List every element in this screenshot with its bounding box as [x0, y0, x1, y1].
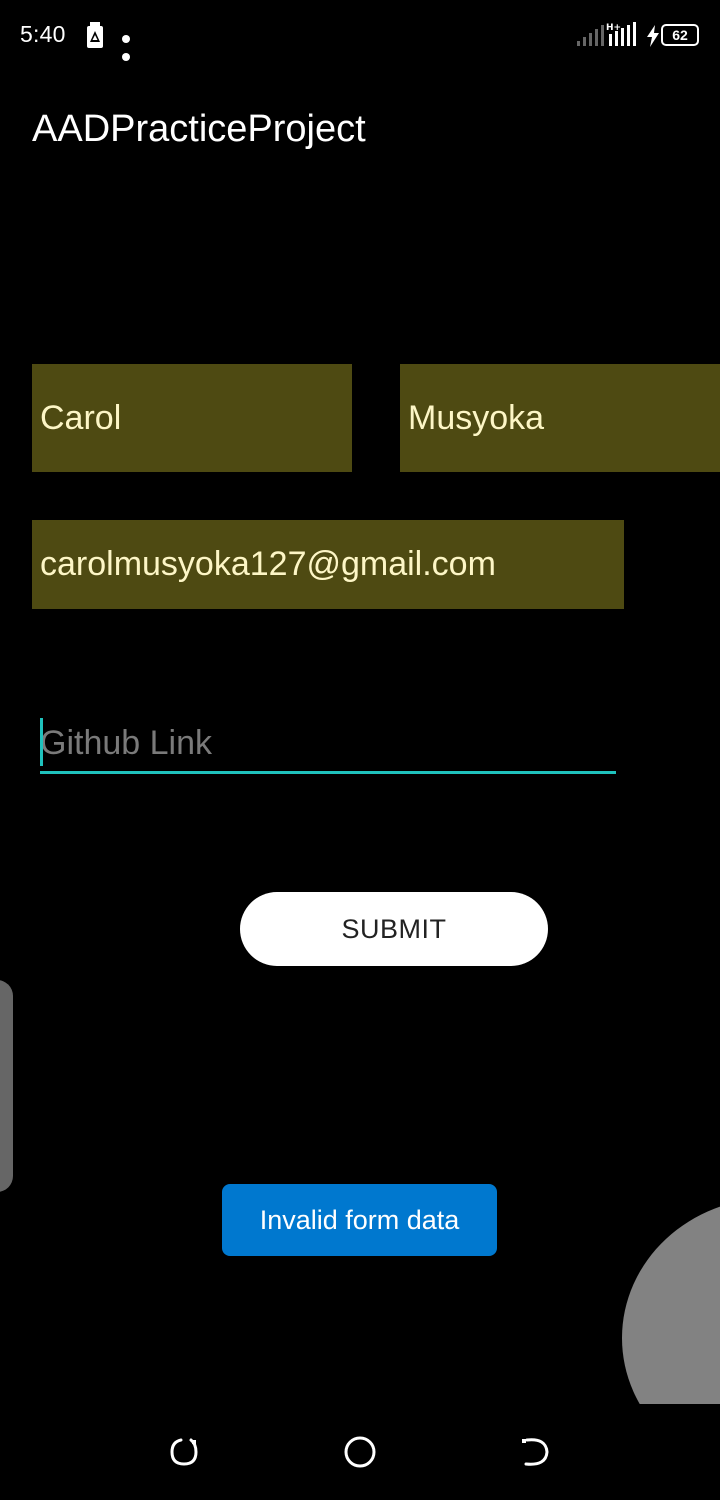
floating-bubble-container [600, 1190, 720, 1404]
recent-apps-icon[interactable] [164, 1432, 204, 1472]
last-name-field[interactable]: Musyoka [400, 364, 720, 472]
back-icon[interactable] [514, 1432, 554, 1472]
signal-data-icon: H+ [606, 22, 636, 46]
more-dots-icon [122, 30, 148, 61]
toast-message: Invalid form data [222, 1184, 497, 1256]
submit-button[interactable]: SUBMIT [240, 892, 548, 966]
battery-level: 62 [672, 27, 688, 43]
notification-app-icon [87, 22, 103, 48]
home-icon[interactable] [340, 1432, 380, 1472]
status-time: 5:40 [20, 21, 66, 47]
first-name-field[interactable]: Carol [32, 364, 352, 472]
email-field[interactable]: carolmusyoka127@gmail.com [32, 520, 624, 609]
side-panel-handle[interactable] [0, 980, 13, 1192]
github-link-input[interactable] [40, 716, 616, 774]
app-screen: 5:40 H+ 62 AADPracticeProject Carol Musy… [0, 0, 720, 1500]
page-title: AADPracticeProject [32, 108, 366, 150]
charging-icon [647, 25, 659, 47]
signal-icon [577, 25, 604, 46]
text-cursor [40, 718, 43, 766]
floating-bubble[interactable] [622, 1198, 720, 1404]
battery-icon: 62 [661, 24, 699, 46]
svg-text:H+: H+ [606, 23, 621, 33]
